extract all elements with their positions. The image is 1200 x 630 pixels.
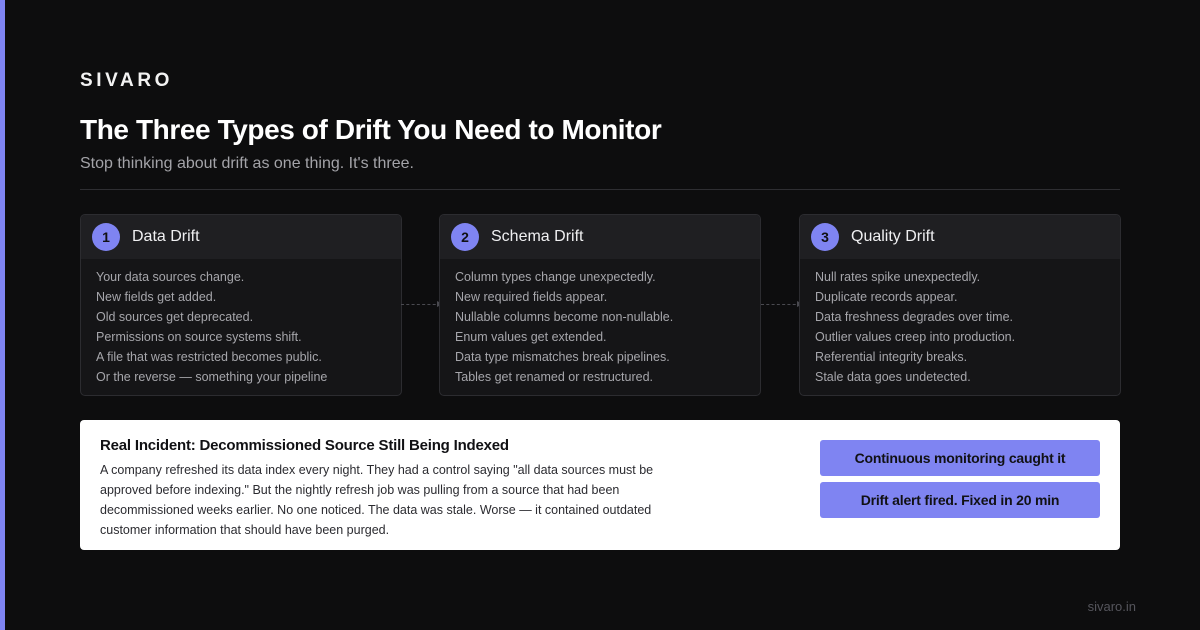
flow-arrow <box>401 301 443 307</box>
card-line: New fields get added. <box>96 290 217 304</box>
card-body: Null rates spike unexpectedly. Duplicate… <box>800 259 1120 387</box>
card-line: Referential integrity breaks. <box>815 350 968 364</box>
card-line: New required fields appear. <box>455 290 608 304</box>
step-number-badge: 1 <box>92 223 120 251</box>
slide: SIVARO The Three Types of Drift You Need… <box>0 0 1200 630</box>
drift-card-quality: 3 Quality Drift Null rates spike unexpec… <box>799 214 1121 396</box>
incident-panel: Real Incident: Decommissioned Source Sti… <box>80 420 1120 550</box>
flow-arrow <box>761 301 803 307</box>
card-line: Data type mismatches break pipelines. <box>455 350 670 364</box>
card-title: Data Drift <box>132 228 200 245</box>
incident-line: customer information that should have be… <box>100 523 390 537</box>
card-line: Old sources get deprecated. <box>96 310 254 324</box>
card-line: Outlier values creep into production. <box>815 330 1016 344</box>
card-header: 3 Quality Drift <box>800 215 1120 259</box>
header-divider <box>80 189 1120 190</box>
incident-description: A company refreshed its data index every… <box>100 460 700 540</box>
accent-bar <box>0 0 5 630</box>
card-header: 2 Schema Drift <box>440 215 760 259</box>
card-line: Column types change unexpectedly. <box>455 270 656 284</box>
card-line: Or the reverse — something your pipeline <box>96 370 328 384</box>
incident-title: Real Incident: Decommissioned Source Sti… <box>100 437 509 454</box>
card-body: Your data sources change. New fields get… <box>81 259 401 387</box>
card-line: Null rates spike unexpectedly. <box>815 270 981 284</box>
card-body: Column types change unexpectedly. New re… <box>440 259 760 387</box>
card-line: A file that was restricted becomes publi… <box>96 350 322 364</box>
page-title: The Three Types of Drift You Need to Mon… <box>80 114 662 145</box>
card-line: Permissions on source systems shift. <box>96 330 302 344</box>
card-line: Stale data goes undetected. <box>815 370 971 384</box>
card-title: Schema Drift <box>491 228 584 245</box>
page-subtitle: Stop thinking about drift as one thing. … <box>80 155 414 172</box>
incident-line: decommissioned weeks earlier. No one not… <box>100 503 652 517</box>
drift-card-data: 1 Data Drift Your data sources change. N… <box>80 214 402 396</box>
card-line: Data freshness degrades over time. <box>815 310 1014 324</box>
incident-line: A company refreshed its data index every… <box>100 463 654 477</box>
card-title: Quality Drift <box>851 228 935 245</box>
outcome-badge-alert: Drift alert fired. Fixed in 20 min <box>820 482 1100 518</box>
card-line: Duplicate records appear. <box>815 290 958 304</box>
card-line: Nullable columns become non-nullable. <box>455 310 674 324</box>
card-line: Your data sources change. <box>96 270 245 284</box>
step-number-badge: 2 <box>451 223 479 251</box>
card-header: 1 Data Drift <box>81 215 401 259</box>
footer-url: sivaro.in <box>1087 599 1136 614</box>
step-number-badge: 3 <box>811 223 839 251</box>
outcome-badge-monitoring: Continuous monitoring caught it <box>820 440 1100 476</box>
brand-logo: SIVARO <box>80 70 174 91</box>
incident-line: approved before indexing." But the night… <box>100 483 620 497</box>
card-line: Enum values get extended. <box>455 330 607 344</box>
card-line: Tables get renamed or restructured. <box>455 370 654 384</box>
drift-card-schema: 2 Schema Drift Column types change unexp… <box>439 214 761 396</box>
